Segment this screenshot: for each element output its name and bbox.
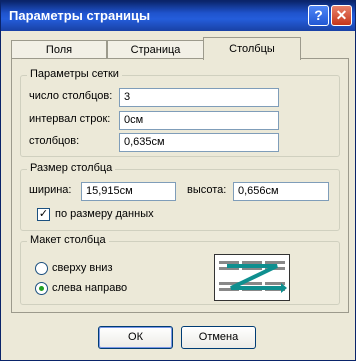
columns-panel: Параметры сетки число столбцов: 3 интерв… bbox=[11, 58, 349, 313]
column-layout-group: Макет столбца сверху вниз слева направо bbox=[20, 234, 340, 305]
cancel-button[interactable]: Отмена bbox=[181, 326, 256, 349]
column-size-group: Размер столбца ширина: 15,915см высота: … bbox=[20, 162, 340, 231]
page-setup-dialog: Параметры страницы ? ✕ Поля Страница Сто… bbox=[0, 0, 356, 361]
dialog-title: Параметры страницы bbox=[9, 8, 151, 23]
width-label: ширина: bbox=[29, 184, 72, 196]
column-layout-legend: Макет столбца bbox=[27, 234, 109, 246]
columns-count-field[interactable]: 3 bbox=[119, 88, 279, 107]
tab-strip: Поля Страница Столбцы bbox=[11, 37, 349, 60]
checkmark-icon: ✓ bbox=[38, 208, 49, 220]
tab-columns[interactable]: Столбцы bbox=[203, 37, 301, 60]
height-field[interactable]: 0,656см bbox=[233, 182, 329, 201]
help-icon: ? bbox=[314, 7, 323, 23]
top-to-bottom-label: сверху вниз bbox=[52, 262, 113, 274]
column-spacing-label: столбцов: bbox=[29, 135, 80, 147]
row-spacing-field[interactable]: 0см bbox=[119, 111, 279, 130]
row-spacing-label: интервал строк: bbox=[29, 113, 111, 125]
left-to-right-radio[interactable] bbox=[35, 282, 48, 295]
grid-settings-group: Параметры сетки число столбцов: 3 интерв… bbox=[20, 68, 340, 157]
grid-settings-legend: Параметры сетки bbox=[27, 68, 122, 80]
ok-button[interactable]: ОК bbox=[98, 326, 173, 349]
width-field[interactable]: 15,915см bbox=[81, 182, 176, 201]
tab-page[interactable]: Страница bbox=[107, 40, 204, 59]
column-spacing-field[interactable]: 0,635см bbox=[119, 133, 279, 152]
close-icon: ✕ bbox=[335, 7, 348, 23]
column-size-legend: Размер столбца bbox=[27, 162, 116, 174]
layout-preview bbox=[214, 254, 290, 301]
tab-margins[interactable]: Поля bbox=[11, 40, 107, 59]
title-bar: Параметры страницы ? ✕ bbox=[1, 1, 355, 31]
height-label: высота: bbox=[187, 184, 227, 196]
autofit-checkbox[interactable]: ✓ bbox=[37, 208, 50, 221]
autofit-label: по размеру данных bbox=[55, 208, 154, 220]
columns-count-label: число столбцов: bbox=[29, 90, 113, 102]
top-to-bottom-radio[interactable] bbox=[35, 262, 48, 275]
layout-order-preview-icon bbox=[219, 261, 287, 293]
close-button[interactable]: ✕ bbox=[331, 5, 352, 26]
left-to-right-label: слева направо bbox=[52, 282, 128, 294]
help-button[interactable]: ? bbox=[308, 5, 329, 26]
